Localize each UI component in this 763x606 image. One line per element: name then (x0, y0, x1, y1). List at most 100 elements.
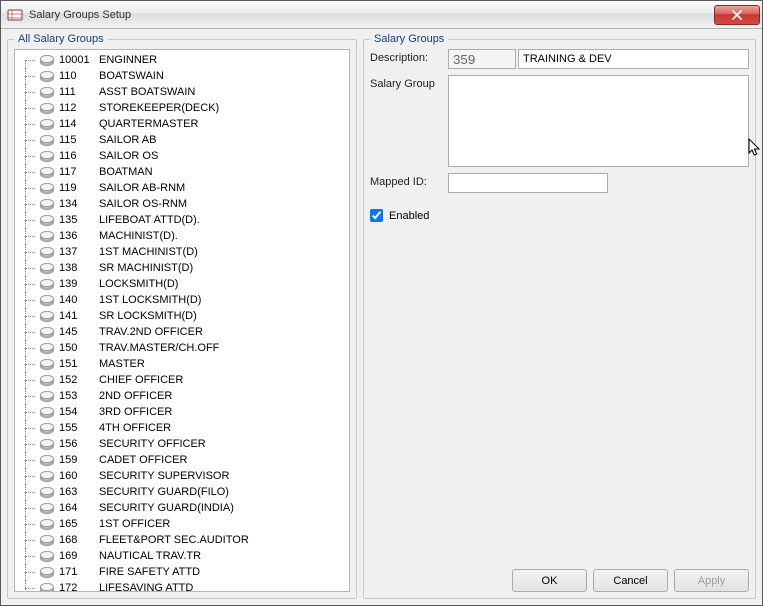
tree-item-code: 110 (59, 70, 99, 82)
tree-item[interactable]: 1651ST OFFICER (15, 516, 349, 532)
dialog-window: Salary Groups Setup All Salary Groups 10… (0, 0, 763, 606)
tree-item[interactable]: 164SECURITY GUARD(INDIA) (15, 500, 349, 516)
tree-item-name: SECURITY GUARD(FILO) (99, 486, 229, 498)
tree-item-name: LIFESAVING ATTD (99, 582, 193, 592)
tree-item[interactable]: 1401ST LOCKSMITH(D) (15, 292, 349, 308)
tree-item[interactable]: 112STOREKEEPER(DECK) (15, 100, 349, 116)
tree-item[interactable]: 136MACHINIST(D). (15, 228, 349, 244)
stack-icon (39, 452, 55, 468)
tree-item-name: SR MACHINIST(D) (99, 262, 193, 274)
tree-connector-icon (21, 372, 39, 388)
tree-item[interactable]: 115SAILOR AB (15, 132, 349, 148)
tree-item[interactable]: 1532ND OFFICER (15, 388, 349, 404)
tree-item[interactable]: 138SR MACHINIST(D) (15, 260, 349, 276)
titlebar: Salary Groups Setup (1, 1, 762, 29)
tree-connector-icon (21, 228, 39, 244)
salary-groups-tree[interactable]: 10001ENGINNER110BOATSWAIN111ASST BOATSWA… (14, 49, 350, 592)
tree-item-code: 150 (59, 342, 99, 354)
tree-item[interactable]: 134SAILOR OS-RNM (15, 196, 349, 212)
tree-item[interactable]: 152CHIEF OFFICER (15, 372, 349, 388)
tree-item[interactable]: 141SR LOCKSMITH(D) (15, 308, 349, 324)
all-salary-groups-group: All Salary Groups 10001ENGINNER110BOATSW… (7, 33, 357, 599)
tree-item[interactable]: 160SECURITY SUPERVISOR (15, 468, 349, 484)
tree-item[interactable]: 116SAILOR OS (15, 148, 349, 164)
tree-item[interactable]: 171FIRE SAFETY ATTD (15, 564, 349, 580)
stack-icon (39, 164, 55, 180)
salary-group-textarea[interactable] (448, 75, 749, 167)
tree-item[interactable]: 159CADET OFFICER (15, 452, 349, 468)
tree-item-code: 115 (59, 134, 99, 146)
tree-item[interactable]: 1371ST MACHINIST(D) (15, 244, 349, 260)
enabled-checkbox[interactable] (370, 209, 383, 222)
tree-item[interactable]: 156SECURITY OFFICER (15, 436, 349, 452)
tree-item-code: 156 (59, 438, 99, 450)
tree-connector-icon (21, 388, 39, 404)
tree-item[interactable]: 145TRAV.2ND OFFICER (15, 324, 349, 340)
tree-item[interactable]: 1554TH OFFICER (15, 420, 349, 436)
close-button[interactable] (714, 5, 760, 25)
description-name-input[interactable] (518, 49, 749, 69)
tree-item-name: 4TH OFFICER (99, 422, 171, 434)
enabled-label[interactable]: Enabled (389, 210, 429, 222)
tree-item-code: 154 (59, 406, 99, 418)
tree-item[interactable]: 150TRAV.MASTER/CH.OFF (15, 340, 349, 356)
tree-connector-icon (21, 308, 39, 324)
tree-item-code: 165 (59, 518, 99, 530)
tree-item-name: SECURITY GUARD(INDIA) (99, 502, 234, 514)
tree-item-code: 155 (59, 422, 99, 434)
tree-item-code: 136 (59, 230, 99, 242)
tree-item[interactable]: 172LIFESAVING ATTD (15, 580, 349, 592)
tree-item[interactable]: 151MASTER (15, 356, 349, 372)
tree-item[interactable]: 169NAUTICAL TRAV.TR (15, 548, 349, 564)
tree-item[interactable]: 139LOCKSMITH(D) (15, 276, 349, 292)
tree-item[interactable]: 111ASST BOATSWAIN (15, 84, 349, 100)
tree-connector-icon (21, 340, 39, 356)
tree-item[interactable]: 117BOATMAN (15, 164, 349, 180)
apply-button[interactable]: Apply (674, 569, 749, 592)
tree-connector-icon (21, 180, 39, 196)
tree-item[interactable]: 135LIFEBOAT ATTD(D). (15, 212, 349, 228)
tree-item-name: FLEET&PORT SEC.AUDITOR (99, 534, 249, 546)
tree-item[interactable]: 1543RD OFFICER (15, 404, 349, 420)
tree-item[interactable]: 110BOATSWAIN (15, 68, 349, 84)
tree-item[interactable]: 163SECURITY GUARD(FILO) (15, 484, 349, 500)
tree-connector-icon (21, 116, 39, 132)
mapped-id-input[interactable] (448, 173, 608, 193)
tree-connector-icon (21, 452, 39, 468)
tree-item-name: 1ST MACHINIST(D) (99, 246, 198, 258)
tree-connector-icon (21, 580, 39, 592)
ok-button[interactable]: OK (512, 569, 587, 592)
tree-connector-icon (21, 148, 39, 164)
tree-item[interactable]: 114QUARTERMASTER (15, 116, 349, 132)
tree-item[interactable]: 168FLEET&PORT SEC.AUDITOR (15, 532, 349, 548)
tree-item-code: 117 (59, 166, 99, 178)
cancel-button[interactable]: Cancel (593, 569, 668, 592)
mapped-id-label: Mapped ID: (370, 173, 448, 188)
tree-item-code: 160 (59, 470, 99, 482)
stack-icon (39, 148, 55, 164)
app-icon (7, 7, 23, 23)
tree-item-code: 171 (59, 566, 99, 578)
all-salary-groups-legend: All Salary Groups (14, 33, 108, 45)
stack-icon (39, 372, 55, 388)
tree-item-code: 119 (59, 182, 99, 194)
stack-icon (39, 100, 55, 116)
tree-item[interactable]: 119SAILOR AB-RNM (15, 180, 349, 196)
tree-item-name: CADET OFFICER (99, 454, 187, 466)
stack-icon (39, 388, 55, 404)
tree-connector-icon (21, 324, 39, 340)
tree-item-code: 153 (59, 390, 99, 402)
stack-icon (39, 356, 55, 372)
tree-connector-icon (21, 292, 39, 308)
tree-item-code: 172 (59, 582, 99, 592)
tree-connector-icon (21, 404, 39, 420)
stack-icon (39, 420, 55, 436)
tree-item-name: LOCKSMITH(D) (99, 278, 178, 290)
tree-item-code: 159 (59, 454, 99, 466)
stack-icon (39, 180, 55, 196)
tree-item-name: MASTER (99, 358, 145, 370)
tree-connector-icon (21, 532, 39, 548)
tree-item-code: 10001 (59, 54, 99, 66)
stack-icon (39, 548, 55, 564)
tree-item[interactable]: 10001ENGINNER (15, 52, 349, 68)
